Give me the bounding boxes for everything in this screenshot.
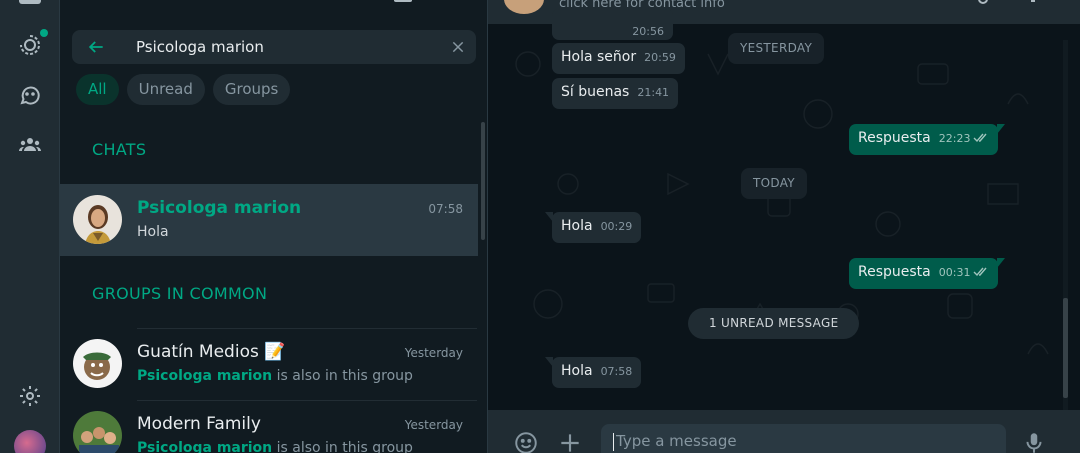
bubble-tail (997, 124, 1006, 134)
group-avatar (73, 339, 122, 388)
search-input[interactable]: Psicologa marion (136, 38, 264, 56)
message-text: Hola (561, 218, 593, 234)
message-incoming[interactable]: Hola 00:29 (545, 212, 642, 243)
member-name: Psicologa marion (137, 368, 273, 384)
message-time: 00:29 (600, 220, 633, 233)
bubble-tail (545, 212, 553, 222)
back-arrow-icon[interactable] (86, 37, 106, 57)
group-row-guatin-medios[interactable]: Guatín Medios 📝 Yesterday Psicologa mari… (60, 328, 478, 400)
message-text: Respuesta (858, 264, 931, 280)
group-avatar (73, 411, 122, 453)
message-time: 20:59 (644, 51, 676, 64)
message-placeholder: Type a message (616, 432, 737, 450)
member-note-text: is also in this group (272, 440, 413, 453)
scrollbar-thumb[interactable] (1063, 298, 1068, 398)
group-member-note: Psicologa marion is also in this group (137, 368, 413, 384)
filter-all[interactable]: All (76, 74, 119, 105)
contact-avatar[interactable] (504, 0, 544, 14)
filter-chips: All Unread Groups (76, 74, 291, 105)
bubble-tail (997, 258, 1006, 268)
conversation-scrollbar[interactable] (1063, 40, 1068, 410)
group-member-note: Psicologa marion is also in this group (137, 440, 413, 453)
emoji-icon[interactable] (513, 430, 539, 453)
channels-icon[interactable] (15, 80, 45, 110)
profile-avatar[interactable] (14, 430, 46, 453)
chat-time: 07:58 (428, 202, 463, 216)
settings-icon[interactable] (15, 381, 45, 411)
read-receipt-icon (973, 133, 987, 143)
chat-name: Psicologa marion (137, 198, 302, 218)
bubble-tail (545, 357, 553, 367)
message-time: 07:58 (600, 365, 633, 378)
section-title-chats: CHATS (92, 140, 147, 159)
status-unread-dot (40, 29, 48, 37)
search-bar[interactable]: Psicologa marion (72, 30, 476, 64)
message-outgoing[interactable]: Respuesta 22:23 (849, 124, 1006, 155)
member-name: Psicologa marion (137, 440, 273, 453)
filter-unread[interactable]: Unread (126, 74, 205, 105)
message-text: Sí buenas (561, 84, 630, 100)
message-incoming[interactable]: Sí buenas 21:41 (552, 78, 679, 109)
message-input[interactable]: Type a message (601, 424, 1006, 453)
message-time: 22:23 (938, 132, 971, 145)
group-name: Guatín Medios 📝 (137, 342, 286, 362)
read-receipt-icon (973, 267, 987, 277)
group-name: Modern Family (137, 414, 261, 434)
conversation-panel: click here for contact info 20:56 YESTER… (488, 0, 1080, 453)
contact-avatar (73, 195, 122, 244)
date-label-today: TODAY (741, 168, 807, 199)
group-time: Yesterday (404, 346, 463, 360)
date-label-yesterday: YESTERDAY (728, 33, 825, 64)
message-composer: Type a message (488, 410, 1080, 453)
message-incoming[interactable]: 20:56 (552, 9, 673, 40)
chats-icon[interactable] (19, 0, 41, 4)
message-incoming[interactable]: Hola señor 20:59 (552, 43, 685, 74)
filter-groups[interactable]: Groups (212, 74, 291, 105)
navigation-rail (0, 0, 60, 453)
chat-preview: Hola (137, 224, 169, 240)
message-text: Respuesta (858, 130, 931, 146)
search-icon[interactable] (978, 0, 988, 4)
attach-plus-icon[interactable] (557, 430, 583, 453)
message-text: Hola (561, 363, 593, 379)
message-text: Hola señor (561, 49, 637, 65)
menu-icon[interactable] (1031, 0, 1035, 2)
chat-list-panel: Psicologa marion All Unread Groups CHATS… (60, 0, 488, 453)
text-caret (613, 433, 614, 451)
clear-search-icon[interactable] (450, 39, 466, 55)
member-note-text: is also in this group (272, 368, 413, 384)
group-row-modern-family[interactable]: Modern Family Yesterday Psicologa marion… (60, 400, 478, 453)
group-time: Yesterday (404, 418, 463, 432)
message-time: 00:31 (938, 266, 971, 279)
whatsapp-web-app: Psicologa marion All Unread Groups CHATS… (0, 0, 1080, 453)
microphone-icon[interactable] (1021, 430, 1047, 453)
message-time: 21:41 (637, 86, 670, 99)
new-chat-icon[interactable] (394, 0, 412, 2)
section-title-groups: GROUPS IN COMMON (92, 284, 268, 303)
unread-messages-divider: 1 UNREAD MESSAGE (688, 308, 860, 339)
chat-list-scrollbar[interactable] (481, 122, 485, 240)
message-outgoing[interactable]: Respuesta 00:31 (849, 258, 1006, 289)
chat-row-psicologa-marion[interactable]: Psicologa marion 07:58 Hola (60, 184, 478, 256)
message-incoming[interactable]: Hola 07:58 (545, 357, 642, 388)
communities-icon[interactable] (15, 130, 45, 160)
message-time: 20:56 (632, 25, 664, 38)
